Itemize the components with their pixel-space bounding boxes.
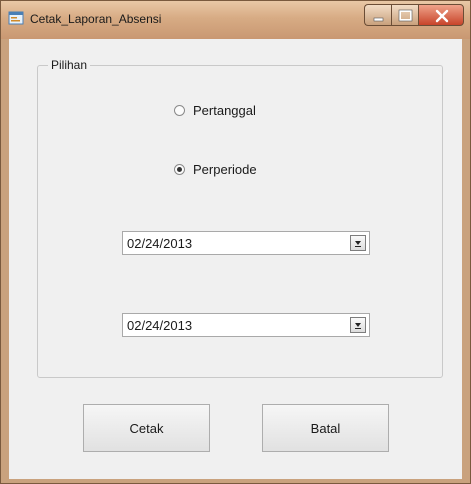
options-groupbox: Pilihan Pertanggal Perperiode 02/24/2013 (37, 58, 443, 378)
end-date-picker[interactable]: 02/24/2013 (122, 313, 370, 337)
close-button[interactable] (418, 4, 464, 26)
radio-pertanggal[interactable]: Pertanggal (174, 103, 256, 118)
end-date-dropdown-button[interactable] (350, 317, 366, 333)
client-area: Pilihan Pertanggal Perperiode 02/24/2013 (9, 39, 462, 479)
start-date-dropdown-button[interactable] (350, 235, 366, 251)
radio-perperiode-label: Perperiode (193, 162, 257, 177)
maximize-button[interactable] (391, 4, 418, 26)
chevron-down-icon (355, 241, 361, 247)
minimize-icon (373, 17, 384, 22)
radio-unchecked-icon (174, 105, 185, 116)
radio-pertanggal-label: Pertanggal (193, 103, 256, 118)
caption-buttons (364, 4, 464, 26)
chevron-down-icon (355, 323, 361, 329)
radio-checked-icon (174, 164, 185, 175)
close-icon (435, 9, 449, 23)
maximize-icon (398, 9, 413, 22)
title-bar[interactable]: Cetak_Laporan_Absensi (1, 1, 470, 39)
end-date-value: 02/24/2013 (127, 318, 193, 333)
start-date-value: 02/24/2013 (127, 236, 193, 251)
radio-perperiode[interactable]: Perperiode (174, 162, 257, 177)
form-icon (8, 10, 24, 26)
start-date-picker[interactable]: 02/24/2013 (122, 231, 370, 255)
cancel-button[interactable]: Batal (262, 404, 389, 452)
print-button[interactable]: Cetak (83, 404, 210, 452)
groupbox-label: Pilihan (48, 58, 91, 72)
window-title: Cetak_Laporan_Absensi (30, 12, 162, 26)
print-report-window: Cetak_Laporan_Absensi Pilihan Pertanggal… (0, 0, 471, 484)
minimize-button[interactable] (364, 4, 391, 26)
